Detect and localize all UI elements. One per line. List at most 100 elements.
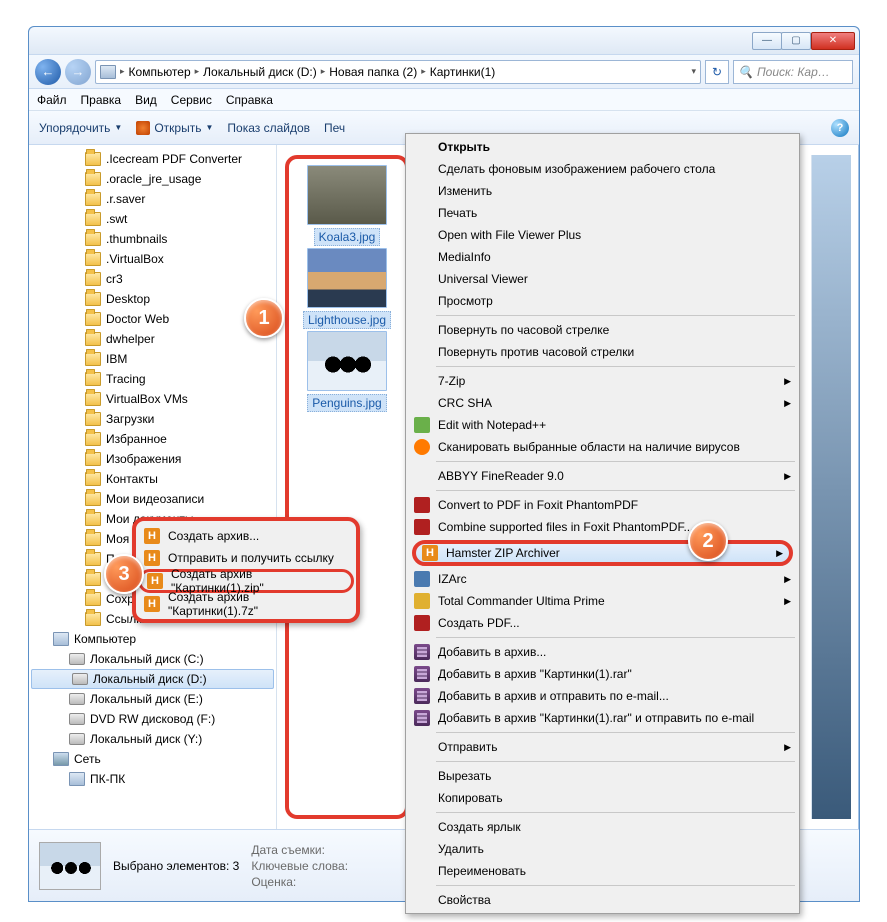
context-menu-item[interactable]: Сделать фоновым изображением рабочего ст… [408,158,797,180]
tree-folder[interactable]: cr3 [29,269,276,289]
tree-drive[interactable]: DVD RW дисковод (F:) [29,709,276,729]
tree-network[interactable]: Сеть [29,749,276,769]
context-menu-item[interactable]: Combine supported files in Foxit Phantom… [408,516,797,538]
context-menu-label: Повернуть по часовой стрелке [438,323,609,337]
organize-button[interactable]: Упорядочить▼ [39,121,122,135]
context-menu-item[interactable]: Добавить в архив "Картинки(1).rar" и отп… [408,707,797,729]
tree-folder[interactable]: .VirtualBox [29,249,276,269]
tree-folder[interactable]: .r.saver [29,189,276,209]
tree-folder[interactable]: IBM [29,349,276,369]
menu-help[interactable]: Справка [226,93,273,107]
context-submenu-hamster[interactable]: HСоздать архив...HОтправить и получить с… [132,517,360,623]
breadcrumb-seg[interactable]: Компьютер [129,65,191,79]
context-menu-item[interactable]: HHamster ZIP Archiver▶ [412,540,793,566]
tree-folder[interactable]: VirtualBox VMs [29,389,276,409]
context-menu-item[interactable]: Создать PDF... [408,612,797,634]
context-menu-item[interactable]: IZArc▶ [408,568,797,590]
context-menu-item[interactable]: Отправить▶ [408,736,797,758]
breadcrumb-seg[interactable]: Картинки(1) [430,65,496,79]
context-menu-item[interactable]: Удалить [408,838,797,860]
slideshow-button[interactable]: Показ слайдов [227,121,310,135]
print-button[interactable]: Печ [324,121,345,135]
tree-folder[interactable]: Мои видеозаписи [29,489,276,509]
context-menu-item[interactable]: Добавить в архив... [408,641,797,663]
tree-folder[interactable]: Tracing [29,369,276,389]
refresh-button[interactable]: ↻ [705,60,729,84]
context-menu-item[interactable]: Переименовать [408,860,797,882]
chevron-down-icon[interactable]: ▾ [691,66,696,77]
context-menu[interactable]: ОткрытьСделать фоновым изображением рабо… [405,133,800,914]
breadcrumb[interactable]: ▸ Компьютер ▸ Локальный диск (D:) ▸ Нова… [95,60,701,84]
breadcrumb-seg[interactable]: Локальный диск (D:) [203,65,317,79]
tree-network-item[interactable]: ПК-ПК [29,769,276,789]
context-menu-item[interactable]: HСоздать архив... [138,525,354,547]
tree-drive[interactable]: Локальный диск (C:) [29,649,276,669]
context-menu-item[interactable]: CRC SHA▶ [408,392,797,414]
tree-folder[interactable]: .swt [29,209,276,229]
search-input[interactable]: 🔍 Поиск: Кар… [733,60,853,84]
help-icon[interactable]: ? [831,119,849,137]
context-menu-item[interactable]: Копировать [408,787,797,809]
context-menu-item[interactable]: Повернуть против часовой стрелки [408,341,797,363]
network-icon [53,752,69,766]
menu-view[interactable]: Вид [135,93,157,107]
menu-separator [436,812,795,813]
context-menu-item[interactable]: HСоздать архив "Картинки(1).7z" [138,593,354,615]
tree-folder[interactable]: Изображения [29,449,276,469]
context-menu-item[interactable]: Universal Viewer [408,268,797,290]
context-menu-item[interactable]: Создать ярлык [408,816,797,838]
context-menu-item[interactable]: ABBYY FineReader 9.0▶ [408,465,797,487]
tree-computer[interactable]: Компьютер [29,629,276,649]
tree-folder[interactable]: Загрузки [29,409,276,429]
context-menu-item[interactable]: Open with File Viewer Plus [408,224,797,246]
chevron-down-icon: ▼ [205,123,213,132]
maximize-button[interactable]: ▢ [781,32,811,50]
nav-forward-button[interactable]: → [65,59,91,85]
tree-folder[interactable]: .Icecream PDF Converter [29,149,276,169]
folder-icon [85,492,101,506]
tree-folder[interactable]: Избранное [29,429,276,449]
file-thumb[interactable]: Lighthouse.jpg [299,248,395,329]
context-menu-item[interactable]: Повернуть по часовой стрелке [408,319,797,341]
context-menu-item[interactable]: Открыть [408,136,797,158]
folder-icon [85,352,101,366]
tree-drive[interactable]: Локальный диск (Y:) [29,729,276,749]
folder-tree[interactable]: .Icecream PDF Converter.oracle_jre_usage… [29,145,277,829]
minimize-button[interactable]: — [752,32,782,50]
context-menu-item[interactable]: Добавить в архив "Картинки(1).rar" [408,663,797,685]
tree-folder[interactable]: dwhelper [29,329,276,349]
context-menu-item[interactable]: Свойства [408,889,797,911]
tree-folder[interactable]: .oracle_jre_usage [29,169,276,189]
context-menu-item[interactable]: Изменить [408,180,797,202]
context-menu-label: Отправить и получить ссылку [168,551,334,565]
context-menu-item[interactable]: Печать [408,202,797,224]
open-button[interactable]: Открыть▼ [136,121,213,135]
context-menu-item[interactable]: Просмотр [408,290,797,312]
tree-folder[interactable]: Контакты [29,469,276,489]
tree-drive[interactable]: Локальный диск (E:) [29,689,276,709]
context-menu-item[interactable]: 7-Zip▶ [408,370,797,392]
menu-tools[interactable]: Сервис [171,93,212,107]
tree-folder[interactable]: Desktop [29,289,276,309]
tree-folder[interactable]: .thumbnails [29,229,276,249]
context-menu-item[interactable]: Добавить в архив и отправить по e-mail..… [408,685,797,707]
close-button[interactable]: ✕ [811,32,855,50]
folder-icon [85,432,101,446]
file-thumb[interactable]: Koala3.jpg [299,165,395,246]
tree-folder[interactable]: Doctor Web [29,309,276,329]
menu-edit[interactable]: Правка [81,93,122,107]
context-menu-item[interactable]: HОтправить и получить ссылку [138,547,354,569]
tree-drive[interactable]: Локальный диск (D:) [31,669,274,689]
context-menu-item[interactable]: MediaInfo [408,246,797,268]
nav-back-button[interactable]: ← [35,59,61,85]
context-menu-item[interactable]: Convert to PDF in Foxit PhantomPDF [408,494,797,516]
context-menu-item[interactable]: Total Commander Ultima Prime▶ [408,590,797,612]
context-menu-item[interactable]: Сканировать выбранные области на наличие… [408,436,797,458]
menu-file[interactable]: Файл [37,93,67,107]
context-menu-item[interactable]: Вырезать [408,765,797,787]
breadcrumb-seg[interactable]: Новая папка (2) [329,65,417,79]
context-menu-item[interactable]: Edit with Notepad++ [408,414,797,436]
file-thumb[interactable]: Penguins.jpg [299,331,395,412]
folder-icon [85,372,101,386]
file-image [307,248,387,308]
